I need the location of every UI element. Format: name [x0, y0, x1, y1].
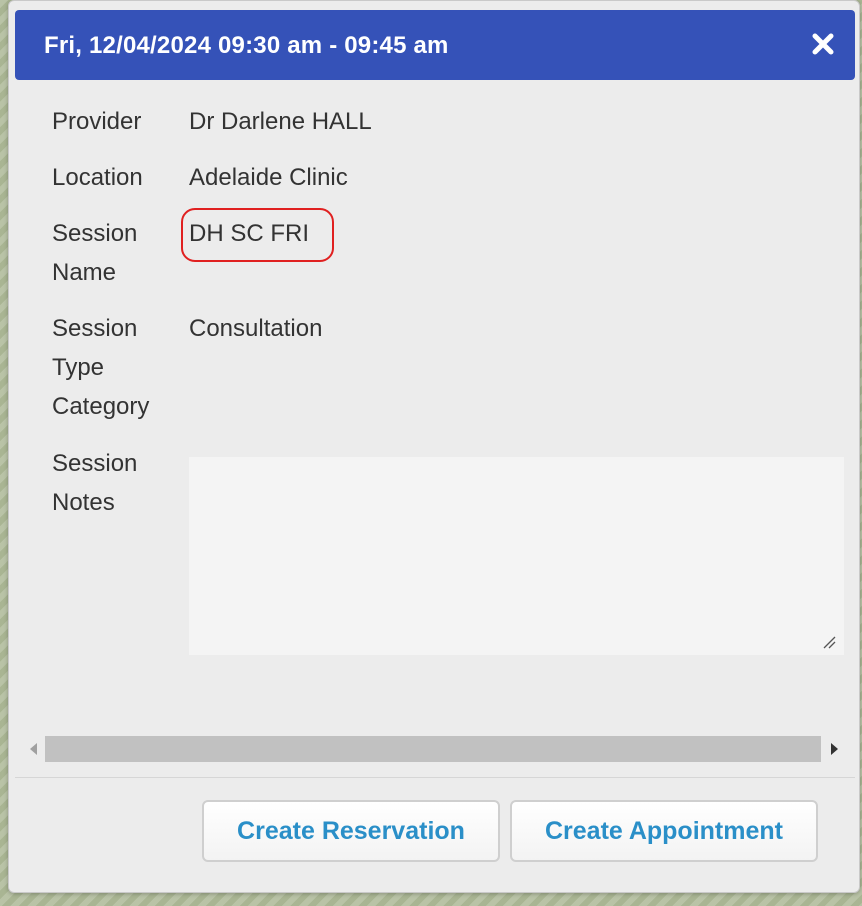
session-name-highlight [181, 208, 334, 262]
scrollbar-thumb[interactable] [45, 736, 821, 762]
session-notes-textarea[interactable] [189, 457, 844, 655]
horizontal-scrollbar[interactable] [23, 736, 845, 762]
scroll-left-arrow-icon[interactable] [23, 736, 45, 762]
session-name-label-line1: Session [52, 220, 138, 247]
location-value: Adelaide Clinic [189, 164, 348, 191]
dialog-title: Fri, 12/04/2024 09:30 am - 09:45 am [44, 32, 449, 59]
create-reservation-button[interactable]: Create Reservation [202, 800, 500, 862]
session-type-label-line3: Category [52, 393, 150, 420]
session-notes-label-line2: Notes [52, 489, 115, 516]
session-notes-label-line1: Session [52, 450, 138, 477]
provider-value: Dr Darlene HALL [189, 108, 372, 135]
session-type-value: Consultation [189, 315, 323, 342]
session-dialog: Fri, 12/04/2024 09:30 am - 09:45 am Prov… [8, 0, 860, 893]
close-icon[interactable] [811, 32, 835, 56]
resize-grip-icon[interactable] [822, 635, 836, 649]
session-name-label: Session Name [52, 214, 177, 292]
session-type-label: Session Type Category [52, 309, 177, 426]
session-type-label-line1: Session [52, 315, 138, 342]
dialog-titlebar: Fri, 12/04/2024 09:30 am - 09:45 am [15, 10, 855, 80]
create-appointment-button[interactable]: Create Appointment [510, 800, 818, 862]
location-label: Location [52, 164, 143, 191]
session-notes-label: Session Notes [52, 444, 177, 522]
footer-divider [15, 777, 855, 778]
provider-label: Provider [52, 108, 142, 135]
scroll-right-arrow-icon[interactable] [823, 736, 845, 762]
session-type-label-line2: Type [52, 354, 105, 381]
session-name-label-line2: Name [52, 259, 117, 286]
